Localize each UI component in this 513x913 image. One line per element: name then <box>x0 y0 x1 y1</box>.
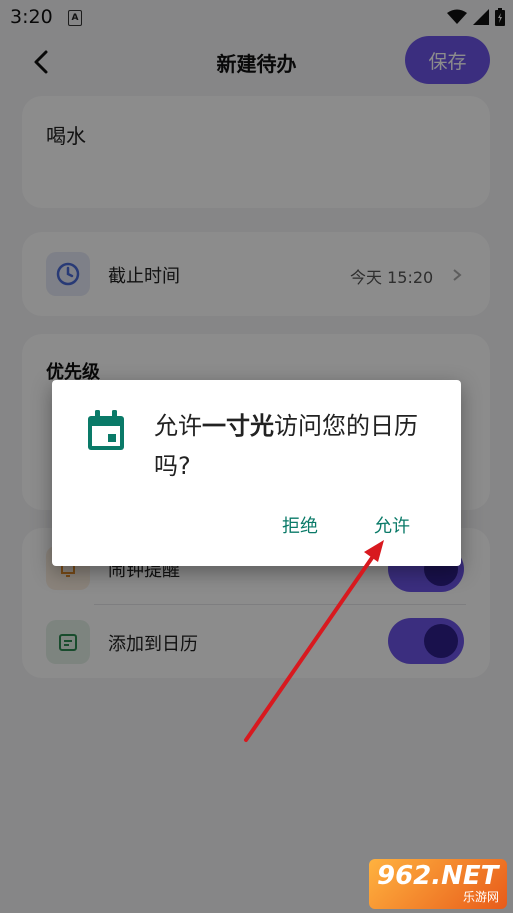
annotation-arrow <box>244 540 384 742</box>
site-watermark-logo: 962.NET 乐游网 <box>369 859 507 909</box>
watermark-brand: 962.NET <box>377 861 499 891</box>
watermark-sub: 乐游网 <box>462 890 499 904</box>
